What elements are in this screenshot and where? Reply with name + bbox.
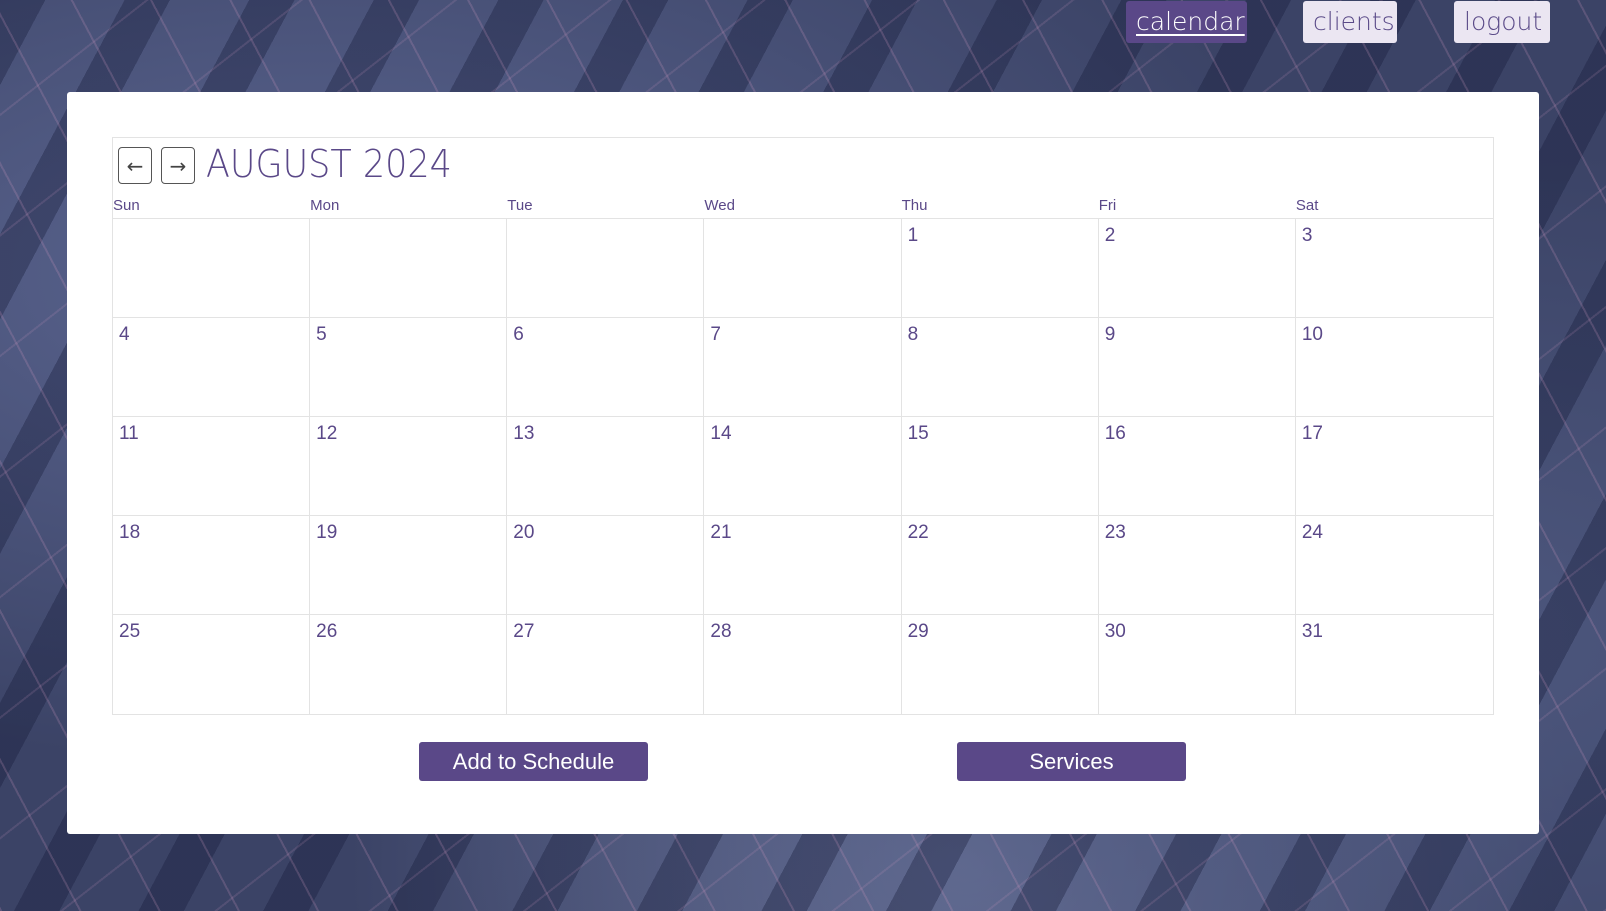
calendar-day-cell[interactable]: 11 — [113, 417, 311, 516]
services-button[interactable]: Services — [957, 742, 1186, 781]
calendar: ← → AUGUST 2024 Sun Mon Tue Wed Thu Fri Sat 12… — [112, 137, 1494, 715]
day-number: 21 — [710, 522, 732, 543]
day-number: 14 — [710, 423, 732, 444]
day-number: 15 — [907, 423, 929, 444]
day-number: 8 — [907, 324, 919, 345]
calendar-day-cell[interactable]: 4 — [113, 318, 311, 417]
calendar-day-cell[interactable]: 12 — [310, 417, 508, 516]
day-number: 6 — [513, 324, 524, 345]
day-number: 5 — [316, 324, 327, 345]
day-number: 27 — [513, 621, 535, 642]
calendar-day-cell[interactable]: 5 — [310, 318, 508, 417]
weekday-label-fri: Fri — [1098, 197, 1117, 214]
calendar-day-cell[interactable]: 8 — [901, 318, 1099, 417]
day-number: 11 — [119, 423, 139, 444]
day-number: 16 — [1104, 423, 1126, 444]
calendar-day-grid: 1 2 3 4 5 6 7 8 9 10 11 12 13 14 15 16 17 18 19 20 21 22 23 24 2… — [113, 218, 1493, 714]
calendar-day-cell[interactable]: 7 — [704, 318, 902, 417]
calendar-empty-cell — [310, 219, 508, 318]
day-number: 31 — [1301, 621, 1323, 642]
day-number: 17 — [1301, 423, 1323, 444]
add-to-schedule-button[interactable]: Add to Schedule — [419, 742, 648, 781]
calendar-day-cell[interactable]: 24 — [1295, 516, 1493, 615]
day-number: 26 — [316, 621, 338, 642]
nav-calendar-link[interactable]: calendar — [1126, 1, 1247, 43]
day-number: 9 — [1104, 324, 1116, 345]
day-number: 23 — [1104, 522, 1126, 543]
calendar-day-cell[interactable]: 22 — [901, 516, 1099, 615]
day-number: 24 — [1301, 522, 1323, 543]
day-number: 18 — [119, 522, 141, 543]
calendar-empty-cell — [704, 219, 902, 318]
day-number: 22 — [907, 522, 929, 543]
calendar-day-cell[interactable]: 1 — [901, 219, 1099, 318]
calendar-day-cell[interactable]: 20 — [507, 516, 705, 615]
calendar-day-cell[interactable]: 23 — [1098, 516, 1296, 615]
calendar-day-cell[interactable]: 16 — [1098, 417, 1296, 516]
calendar-day-cell[interactable]: 25 — [113, 615, 311, 714]
nav-logout-link[interactable]: logout — [1454, 1, 1550, 43]
month-title: AUGUST 2024 — [206, 142, 452, 186]
nav-clients-link[interactable]: clients — [1303, 1, 1397, 43]
calendar-day-cell[interactable]: 18 — [113, 516, 311, 615]
weekday-header-row: Sun Mon Tue Wed Thu Fri Sat — [113, 194, 1493, 218]
day-number: 25 — [119, 621, 141, 642]
calendar-day-cell[interactable]: 13 — [507, 417, 705, 516]
calendar-day-cell[interactable]: 3 — [1295, 219, 1493, 318]
day-number: 12 — [316, 423, 338, 444]
day-number: 7 — [710, 324, 721, 345]
calendar-day-cell[interactable]: 31 — [1296, 615, 1493, 714]
calendar-day-cell[interactable]: 26 — [310, 615, 508, 714]
weekday-label-mon: Mon — [310, 197, 340, 214]
calendar-day-cell[interactable]: 14 — [704, 417, 902, 516]
calendar-day-cell[interactable]: 2 — [1098, 219, 1296, 318]
calendar-day-cell[interactable]: 29 — [902, 615, 1099, 714]
calendar-header: ← → AUGUST 2024 — [113, 138, 1493, 194]
day-number: 28 — [710, 621, 732, 642]
day-number: 13 — [513, 423, 535, 444]
day-number: 1 — [907, 225, 919, 246]
calendar-day-cell[interactable]: 21 — [704, 516, 902, 615]
next-month-button[interactable]: → — [161, 147, 195, 184]
calendar-day-cell[interactable]: 19 — [310, 516, 508, 615]
weekday-label-sat: Sat — [1295, 197, 1319, 214]
calendar-day-cell[interactable]: 10 — [1295, 318, 1493, 417]
day-number: 30 — [1104, 621, 1126, 642]
main-card: ← → AUGUST 2024 Sun Mon Tue Wed Thu Fri Sat 12… — [67, 92, 1539, 834]
day-number: 29 — [907, 621, 929, 642]
calendar-day-cell[interactable]: 9 — [1098, 318, 1296, 417]
calendar-empty-cell — [507, 219, 705, 318]
prev-month-button[interactable]: ← — [118, 147, 152, 184]
weekday-label-wed: Wed — [704, 197, 735, 214]
calendar-day-cell[interactable]: 27 — [507, 615, 705, 714]
day-number: 4 — [119, 324, 130, 345]
calendar-day-cell[interactable]: 30 — [1099, 615, 1296, 714]
calendar-empty-cell — [113, 219, 311, 318]
day-number: 3 — [1301, 225, 1313, 246]
calendar-day-cell[interactable]: 6 — [507, 318, 705, 417]
calendar-day-cell[interactable]: 17 — [1295, 417, 1493, 516]
calendar-day-cell[interactable]: 28 — [704, 615, 902, 714]
day-number: 2 — [1104, 225, 1116, 246]
weekday-label-thu: Thu — [901, 197, 928, 214]
weekday-label-sun: Sun — [113, 197, 140, 214]
weekday-label-tue: Tue — [507, 197, 533, 214]
day-number: 20 — [513, 522, 535, 543]
calendar-day-cell[interactable]: 15 — [901, 417, 1099, 516]
day-number: 10 — [1301, 324, 1323, 345]
day-number: 19 — [316, 522, 338, 543]
